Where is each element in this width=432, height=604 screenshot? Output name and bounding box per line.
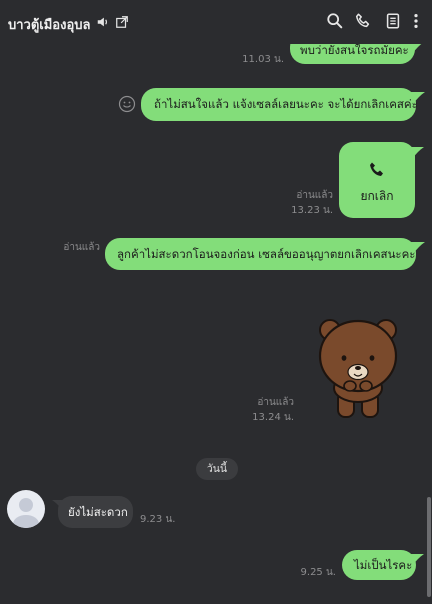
message-text: ลูกค้าไม่สะดวกโอนจองก่อน เซลล์ขออนุญาตยก… bbox=[117, 247, 416, 261]
call-label: ยกเลิก bbox=[360, 189, 394, 203]
avatar[interactable] bbox=[7, 490, 45, 528]
message-time: 13.23 น. bbox=[291, 205, 333, 216]
message-time: 13.24 น. bbox=[252, 412, 294, 423]
chat-title: บาวตู้เมืองอุบล bbox=[8, 18, 91, 33]
read-receipt: อ่านแล้ว bbox=[296, 190, 333, 201]
speaker-icon[interactable] bbox=[96, 15, 110, 29]
outgoing-message-bubble[interactable]: ไม่เป็นไรคะ bbox=[342, 550, 416, 580]
bubble-tail bbox=[411, 242, 425, 254]
more-icon[interactable] bbox=[409, 12, 423, 30]
call-message-card[interactable]: ยกเลิก bbox=[339, 142, 415, 218]
outgoing-message-bubble[interactable]: ลูกค้าไม่สะดวกโอนจองก่อน เซลล์ขออนุญาตยก… bbox=[105, 238, 416, 270]
chat-header: บาวตู้เมืองอุบล bbox=[0, 0, 432, 44]
default-user-icon bbox=[13, 498, 39, 528]
message-text: ยังไม่สะดวก bbox=[68, 505, 128, 519]
message-time: 9.25 น. bbox=[300, 567, 336, 578]
phone-call-icon bbox=[370, 162, 383, 176]
bubble-tail bbox=[410, 42, 424, 54]
bubble-tail bbox=[411, 92, 425, 104]
note-icon[interactable] bbox=[384, 12, 402, 30]
outgoing-message-bubble[interactable]: ถ้าไม่สนใจแล้ว แจ้งเซลล์เลยนะคะ จะได้ยกเ… bbox=[141, 88, 418, 121]
message-time: 11.03 น. bbox=[242, 54, 284, 65]
search-icon[interactable] bbox=[326, 12, 344, 30]
scrollbar[interactable] bbox=[427, 497, 431, 597]
message-text: ไม่เป็นไรคะ bbox=[354, 558, 413, 572]
incoming-message-bubble[interactable]: ยังไม่สะดวก bbox=[58, 496, 133, 528]
message-text: ถ้าไม่สนใจแล้ว แจ้งเซลล์เลยนะคะ จะได้ยกเ… bbox=[154, 97, 418, 111]
brown-bear-sticker[interactable] bbox=[314, 312, 402, 420]
date-divider: วันนี้ bbox=[196, 458, 238, 480]
bubble-tail bbox=[410, 554, 424, 566]
bubble-tail bbox=[410, 147, 424, 159]
message-time: 9.23 น. bbox=[140, 514, 176, 525]
read-receipt: อ่านแล้ว bbox=[257, 397, 294, 408]
message-text: พบว่ายังสนใจรถมัยคะ bbox=[300, 43, 409, 57]
read-receipt: อ่านแล้ว bbox=[63, 242, 100, 253]
phone-icon[interactable] bbox=[354, 12, 372, 30]
smiley-reaction-icon[interactable] bbox=[118, 95, 136, 113]
external-window-icon[interactable] bbox=[115, 15, 129, 29]
